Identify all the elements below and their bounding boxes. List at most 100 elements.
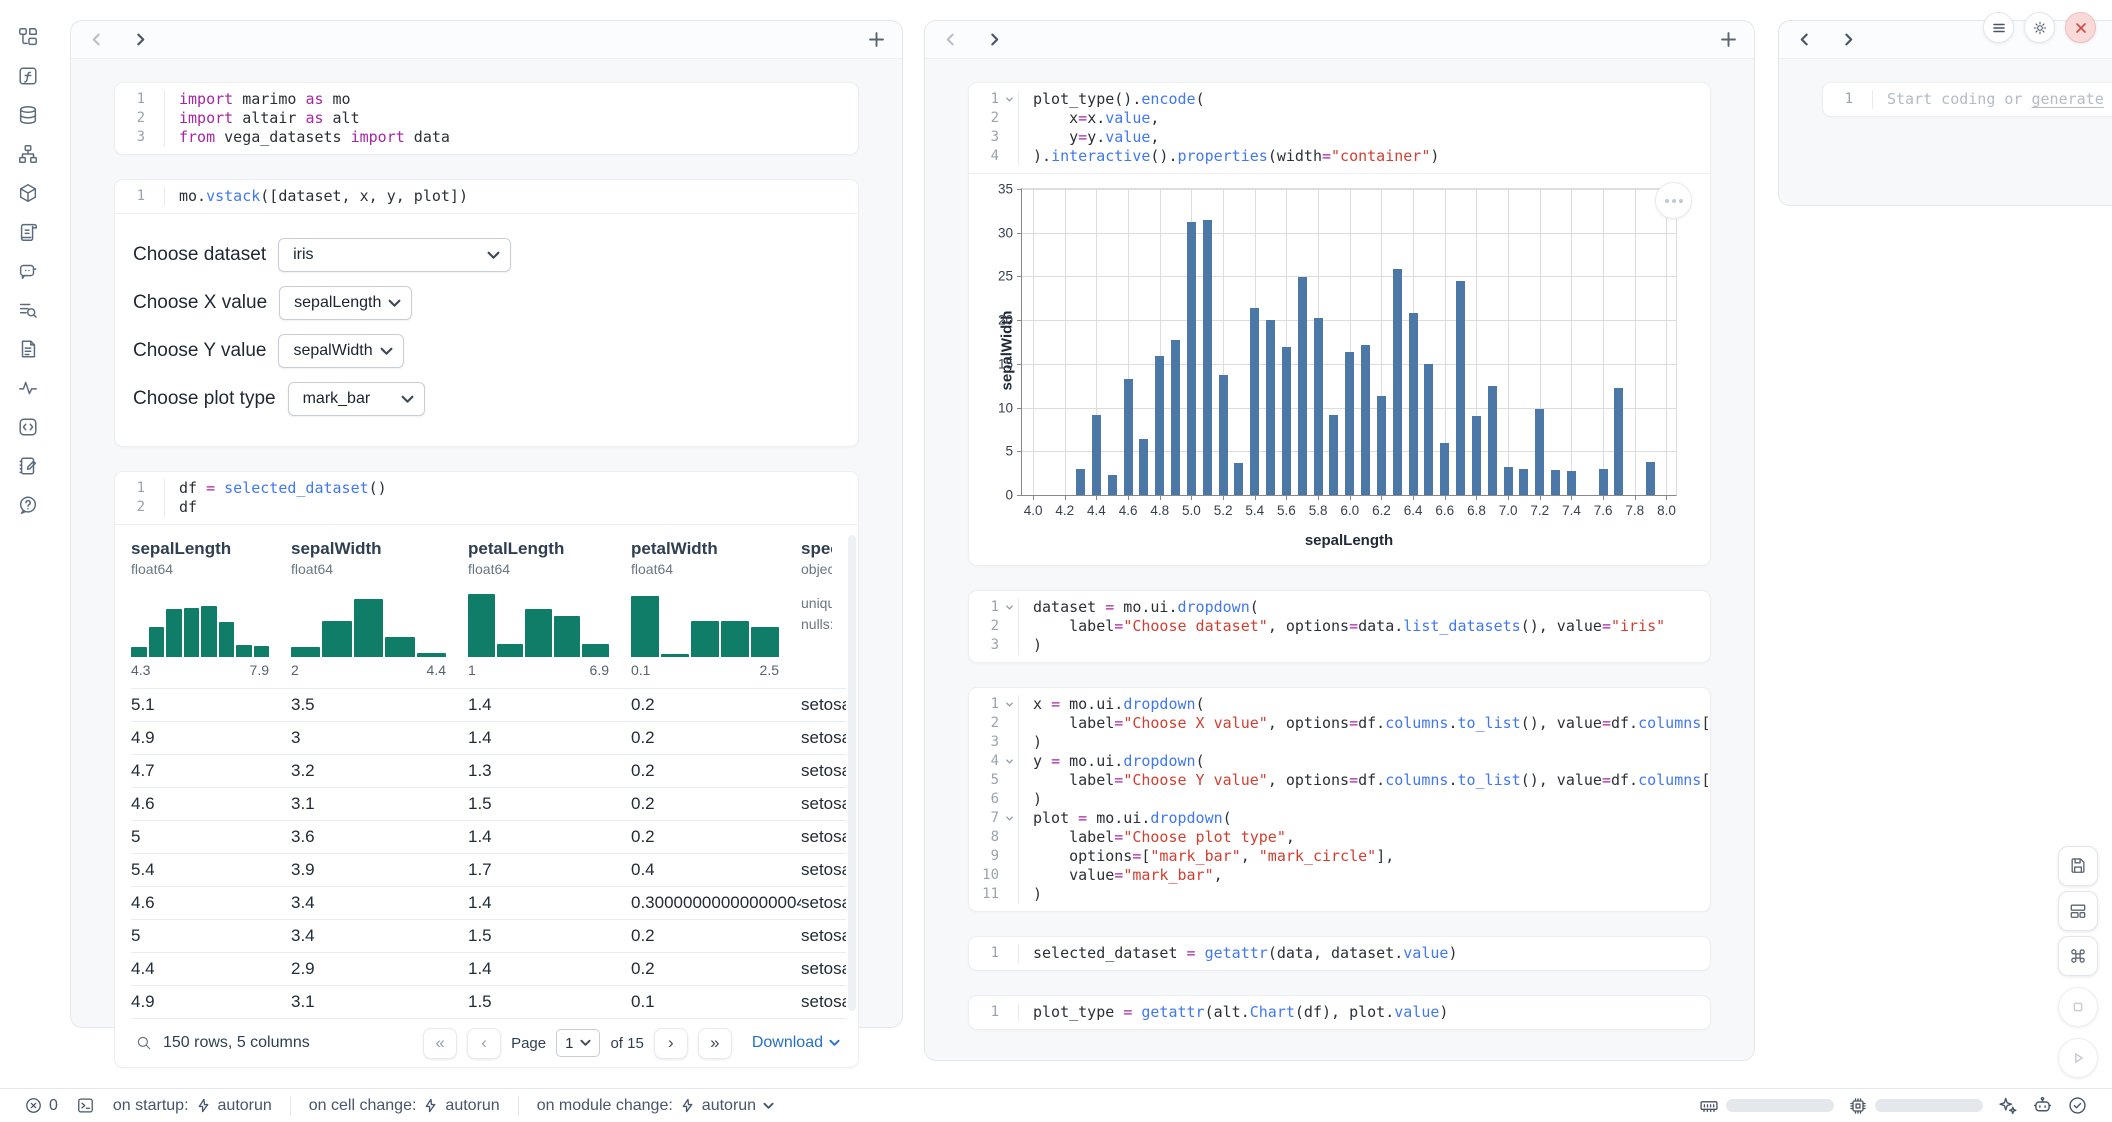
- x-tick-label: 7.2: [1530, 503, 1549, 518]
- chart-menu-button[interactable]: [1655, 182, 1692, 219]
- table-row[interactable]: 4.931.40.2setosa: [131, 722, 846, 755]
- page-select[interactable]: 1: [556, 1029, 600, 1057]
- ai-assist-button[interactable]: [1997, 1095, 2018, 1116]
- table-cell: 1.5: [468, 794, 631, 814]
- documentation-icon[interactable]: [15, 336, 41, 362]
- layout-button[interactable]: [2058, 891, 2098, 931]
- prev-page-button[interactable]: ‹: [467, 1028, 501, 1059]
- x-value-select[interactable]: sepalLength: [279, 286, 412, 320]
- table-row[interactable]: 4.63.41.40.30000000000000004setosa: [131, 887, 846, 920]
- fold-toggle-icon[interactable]: [1005, 814, 1014, 823]
- table-row[interactable]: 4.93.11.50.1setosa: [131, 986, 846, 1019]
- help-icon[interactable]: [15, 492, 41, 518]
- snippets-icon[interactable]: [15, 414, 41, 440]
- code-editor-df[interactable]: 1df = selected_dataset()2df: [115, 472, 858, 524]
- column-header-petalLength[interactable]: petalLengthfloat6416.9: [468, 539, 631, 678]
- first-page-button[interactable]: «: [423, 1028, 457, 1059]
- functions-icon[interactable]: [15, 63, 41, 89]
- next-page-button[interactable]: ›: [654, 1028, 688, 1059]
- code-editor-dataset[interactable]: 1dataset = mo.ui.dropdown(2 label="Choos…: [969, 591, 1710, 662]
- copilot-button[interactable]: [2032, 1095, 2053, 1116]
- y-value-select[interactable]: sepalWidth: [278, 334, 404, 368]
- chart-bar: [1456, 281, 1465, 495]
- range-max: 2.5: [760, 662, 779, 678]
- table-scrollbar[interactable]: [848, 535, 856, 1011]
- plot-type-select[interactable]: mark_bar: [288, 382, 425, 416]
- chart-bar: [1472, 416, 1481, 495]
- dataset-select[interactable]: iris: [278, 238, 511, 272]
- stop-button[interactable]: [2058, 987, 2098, 1027]
- code-editor-selected[interactable]: 1selected_dataset = getattr(data, datase…: [969, 937, 1710, 970]
- add-cell-button[interactable]: [866, 30, 886, 50]
- datasources-icon[interactable]: [15, 102, 41, 128]
- code-editor-vstack[interactable]: 1mo.vstack([dataset, x, y, plot]): [115, 180, 858, 213]
- column-prev-button[interactable]: [941, 31, 959, 49]
- connection-status-button[interactable]: [2067, 1095, 2088, 1116]
- menu-button[interactable]: [1983, 12, 2014, 43]
- table-row[interactable]: 4.63.11.50.2setosa: [131, 788, 846, 821]
- packages-icon[interactable]: [15, 180, 41, 206]
- tracing-icon[interactable]: [15, 375, 41, 401]
- fold-toggle-icon[interactable]: [1005, 757, 1014, 766]
- table-row[interactable]: 5.43.91.70.4setosa: [131, 854, 846, 887]
- column-prev-button[interactable]: [1795, 31, 1813, 49]
- shutdown-button[interactable]: [2065, 12, 2096, 43]
- terminal-button[interactable]: [76, 1096, 95, 1115]
- code-line: 6): [969, 790, 1710, 809]
- ram-usage-meter[interactable]: [1699, 1096, 1834, 1116]
- cpu-usage-meter[interactable]: [1848, 1096, 1983, 1116]
- run-button[interactable]: [2058, 1038, 2098, 1078]
- table-row[interactable]: 5.13.51.40.2setosa: [131, 689, 846, 722]
- code-editor-empty[interactable]: 1 Start coding or generate with: [1823, 83, 2112, 116]
- column-header-sepalLength[interactable]: sepalLengthfloat644.37.9: [131, 539, 291, 678]
- search-icon[interactable]: [135, 1034, 153, 1052]
- column-prev-button[interactable]: [87, 31, 105, 49]
- column-next-button[interactable]: [985, 31, 1003, 49]
- fold-toggle-icon[interactable]: [1005, 603, 1014, 612]
- table-row[interactable]: 4.42.91.40.2setosa: [131, 953, 846, 986]
- settings-button[interactable]: [2024, 12, 2055, 43]
- column-header-species[interactable]: speciesobjectunique:nulls:: [801, 539, 846, 678]
- y-tick: [1017, 276, 1022, 277]
- table-row[interactable]: 53.61.40.2setosa: [131, 821, 846, 854]
- bar-chart-plot[interactable]: 4.04.24.44.64.85.05.25.45.65.86.06.26.46…: [1021, 188, 1677, 496]
- code-editor-plottype[interactable]: 1plot_type = getattr(alt.Chart(df), plot…: [969, 996, 1710, 1029]
- save-button[interactable]: [2058, 846, 2098, 886]
- on-module-change-setting[interactable]: on module change: autorun: [537, 1097, 774, 1115]
- dependency-graph-icon[interactable]: [15, 141, 41, 167]
- column-header-sepalWidth[interactable]: sepalWidthfloat6424.4: [291, 539, 468, 678]
- table-row[interactable]: 4.73.21.30.2setosa: [131, 755, 846, 788]
- chart-bar: [1488, 386, 1497, 495]
- scratchpad-icon[interactable]: [15, 453, 41, 479]
- gridline: [1022, 233, 1676, 234]
- x-tick: [1571, 495, 1572, 500]
- column-header-petalWidth[interactable]: petalWidthfloat640.12.5: [631, 539, 801, 678]
- column-next-button[interactable]: [131, 31, 149, 49]
- on-cell-change-setting[interactable]: on cell change: autorun: [309, 1097, 500, 1115]
- y-tick-label: 25: [998, 269, 1013, 284]
- code-text: import altair as alt: [165, 109, 360, 128]
- table-cell: 1.4: [468, 728, 631, 748]
- add-cell-button[interactable]: [1718, 30, 1738, 50]
- download-button[interactable]: Download: [752, 1034, 840, 1052]
- fold-toggle-icon[interactable]: [1005, 700, 1014, 709]
- code-editor-imports[interactable]: 1import marimo as mo2import altair as al…: [115, 83, 858, 154]
- sparkles-icon: [1997, 1095, 2018, 1116]
- command-palette-button[interactable]: [2058, 936, 2098, 976]
- code-editor-chart[interactable]: 1plot_type().encode(2 x=x.value,3 y=y.va…: [969, 83, 1710, 173]
- errors-indicator[interactable]: 0: [24, 1096, 58, 1115]
- column-next-button[interactable]: [1839, 31, 1857, 49]
- terminal-icon: [76, 1096, 95, 1115]
- file-explorer-icon[interactable]: [15, 24, 41, 50]
- table-of-contents-icon[interactable]: [15, 297, 41, 323]
- on-startup-setting[interactable]: on startup: autorun: [113, 1097, 272, 1115]
- code-editor-xyplot[interactable]: 1x = mo.ui.dropdown(2 label="Choose X va…: [969, 688, 1710, 911]
- fold-toggle-icon[interactable]: [1005, 95, 1014, 104]
- histogram-bar: [721, 621, 749, 657]
- generate-link[interactable]: generate: [2032, 90, 2104, 108]
- table-row[interactable]: 53.41.50.2setosa: [131, 920, 846, 953]
- ai-chat-icon[interactable]: [15, 258, 41, 284]
- logs-icon[interactable]: [15, 219, 41, 245]
- last-page-button[interactable]: »: [698, 1028, 732, 1059]
- code-line: 3from vega_datasets import data: [115, 128, 858, 147]
